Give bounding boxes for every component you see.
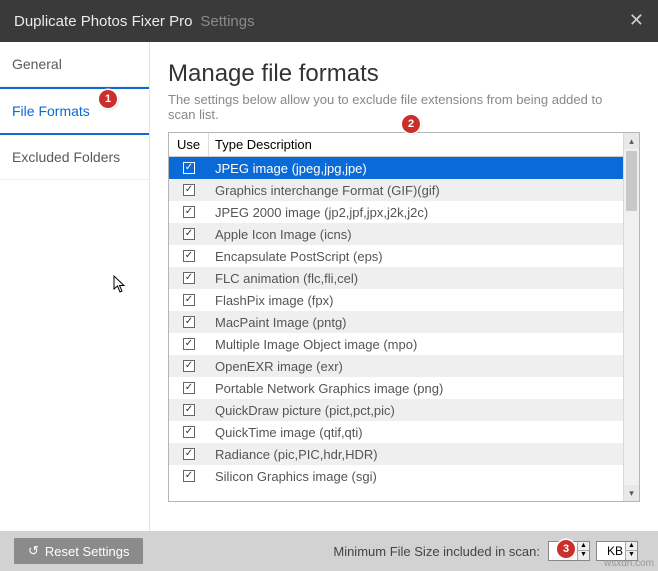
use-checkbox[interactable]: ✓ [183,382,195,394]
reset-icon: ↺ [28,543,39,559]
app-title: Duplicate Photos Fixer Pro [14,13,192,30]
watermark: wsxdn.com [604,558,654,569]
window-section: Settings [200,13,254,30]
scroll-down-icon[interactable]: ▾ [624,485,639,501]
sidebar: General File Formats Excluded Folders [0,42,150,531]
use-checkbox[interactable]: ✓ [183,162,195,174]
table-row[interactable]: ✓ Radiance (pic,PIC,hdr,HDR) [169,443,623,465]
row-description: Multiple Image Object image (mpo) [209,337,623,352]
row-description: QuickTime image (qtif,qti) [209,425,623,440]
row-description: Apple Icon Image (icns) [209,227,623,242]
row-description: FlashPix image (fpx) [209,293,623,308]
content-pane: Manage file formats The settings below a… [150,42,658,531]
size-up-icon[interactable]: ▲ [578,542,589,551]
formats-grid: Use Type Description ✓ JPEG image (jpeg,j… [168,132,640,502]
row-description: Graphics interchange Format (GIF)(gif) [209,183,623,198]
sidebar-item-general[interactable]: General [0,42,149,87]
row-description: FLC animation (flc,fli,cel) [209,271,623,286]
table-row[interactable]: ✓ FLC animation (flc,fli,cel) [169,267,623,289]
grid-header: Use Type Description [169,133,623,157]
column-use[interactable]: Use [169,133,209,156]
min-size-label: Minimum File Size included in scan: [333,544,540,559]
use-checkbox[interactable]: ✓ [183,228,195,240]
size-unit[interactable]: KB [597,544,625,558]
table-row[interactable]: ✓ Apple Icon Image (icns) [169,223,623,245]
size-down-icon[interactable]: ▼ [578,551,589,560]
row-description: MacPaint Image (pntg) [209,315,623,330]
page-title: Manage file formats [168,60,640,88]
table-row[interactable]: ✓ MacPaint Image (pntg) [169,311,623,333]
use-checkbox[interactable]: ✓ [183,426,195,438]
close-icon[interactable]: ✕ [629,10,644,31]
row-description: QuickDraw picture (pict,pct,pic) [209,403,623,418]
table-row[interactable]: ✓ Portable Network Graphics image (png) [169,377,623,399]
table-row[interactable]: ✓ Encapsulate PostScript (eps) [169,245,623,267]
annotation-2: 2 [402,115,420,133]
unit-up-icon[interactable]: ▲ [626,542,637,551]
reset-settings-button[interactable]: ↺ Reset Settings [14,538,143,564]
row-description: Radiance (pic,PIC,hdr,HDR) [209,447,623,462]
use-checkbox[interactable]: ✓ [183,338,195,350]
use-checkbox[interactable]: ✓ [183,470,195,482]
title-bar: Duplicate Photos Fixer Pro Settings ✕ [0,0,658,42]
table-row[interactable]: ✓ Multiple Image Object image (mpo) [169,333,623,355]
reset-label: Reset Settings [45,544,130,559]
row-description: Silicon Graphics image (sgi) [209,469,623,484]
use-checkbox[interactable]: ✓ [183,206,195,218]
row-description: JPEG 2000 image (jp2,jpf,jpx,j2k,j2c) [209,205,623,220]
row-description: OpenEXR image (exr) [209,359,623,374]
table-row[interactable]: ✓ Graphics interchange Format (GIF)(gif) [169,179,623,201]
annotation-3: 3 [557,540,575,558]
annotation-1: 1 [99,90,117,108]
table-row[interactable]: ✓ JPEG 2000 image (jp2,jpf,jpx,j2k,j2c) [169,201,623,223]
use-checkbox[interactable]: ✓ [183,404,195,416]
table-row[interactable]: ✓ OpenEXR image (exr) [169,355,623,377]
table-row[interactable]: ✓ QuickTime image (qtif,qti) [169,421,623,443]
scroll-up-icon[interactable]: ▴ [624,133,639,149]
table-row[interactable]: ✓ Silicon Graphics image (sgi) [169,465,623,487]
sidebar-item-excluded-folders[interactable]: Excluded Folders [0,135,149,180]
table-row[interactable]: ✓ FlashPix image (fpx) [169,289,623,311]
use-checkbox[interactable]: ✓ [183,316,195,328]
sidebar-item-file-formats[interactable]: File Formats [0,87,149,135]
row-description: Portable Network Graphics image (png) [209,381,623,396]
row-description: JPEG image (jpeg,jpg,jpe) [209,161,623,176]
table-row[interactable]: ✓ QuickDraw picture (pict,pct,pic) [169,399,623,421]
use-checkbox[interactable]: ✓ [183,448,195,460]
use-checkbox[interactable]: ✓ [183,360,195,372]
use-checkbox[interactable]: ✓ [183,294,195,306]
use-checkbox[interactable]: ✓ [183,250,195,262]
column-description[interactable]: Type Description [209,133,623,156]
row-description: Encapsulate PostScript (eps) [209,249,623,264]
use-checkbox[interactable]: ✓ [183,184,195,196]
scrollbar[interactable]: ▴ ▾ [623,133,639,501]
scroll-thumb[interactable] [626,151,637,211]
table-row[interactable]: ✓ JPEG image (jpeg,jpg,jpe) [169,157,623,179]
use-checkbox[interactable]: ✓ [183,272,195,284]
